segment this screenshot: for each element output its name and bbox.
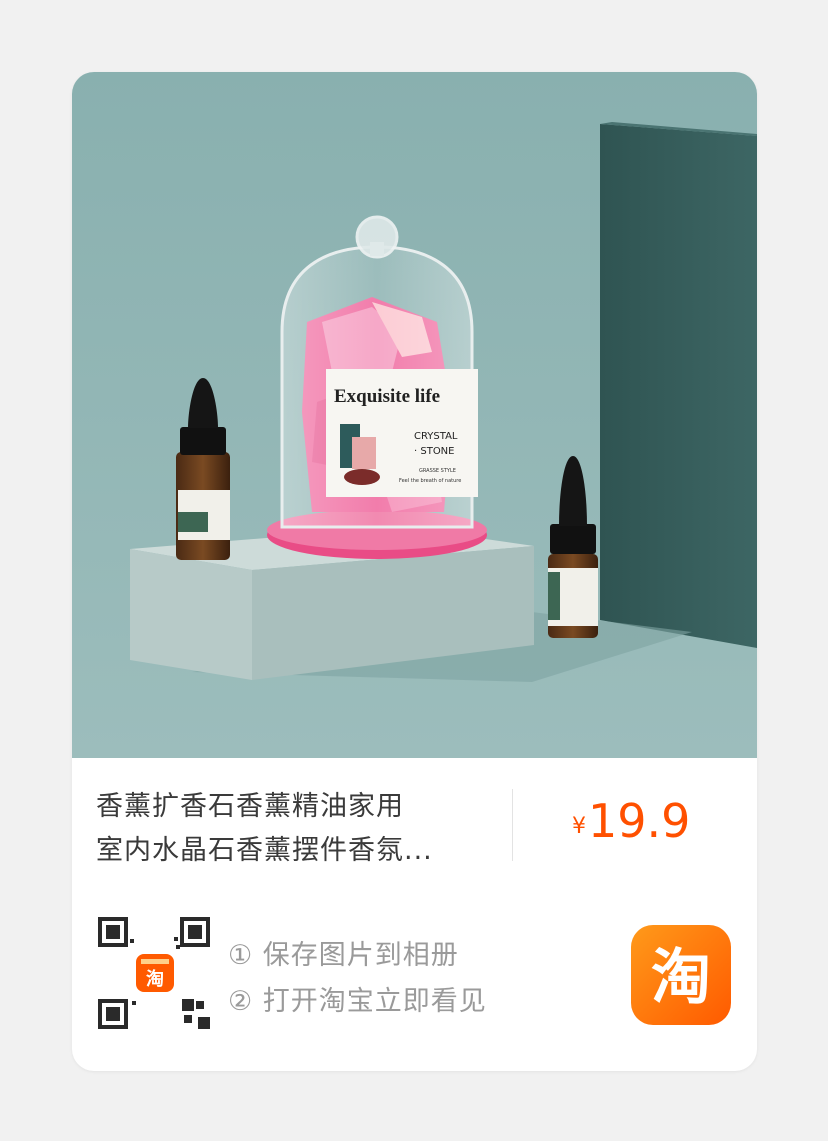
label-line1-text: CRYSTAL [414,431,458,442]
qr-badge-text: 淘 [146,968,164,990]
label-line2-text: · STONE [414,446,454,457]
product-title[interactable]: 香薰扩香石香薰精油家用 室内水晶石香薰摆件香氛... [96,785,476,873]
product-title-line2: 室内水晶石香薰摆件香氛... [96,835,433,866]
product-price: ¥19.9 [572,794,690,848]
product-image[interactable]: Exquisite life CRYSTAL · STONE GRASSE ST… [72,72,757,758]
taobao-app-icon[interactable]: 淘 [631,925,731,1025]
qr-code[interactable]: 淘 [98,917,210,1029]
label-sub2-text: Feel the breath of nature [399,478,461,484]
share-steps: ① 保存图片到相册 ② 打开淘宝立即看见 [228,933,487,1025]
product-title-line1: 香薰扩香石香薰精油家用 [96,791,404,822]
label-brand-text: Exquisite life [334,386,440,407]
step-save-image: ① 保存图片到相册 [228,940,459,971]
label-sub1-text: GRASSE STYLE [419,468,456,474]
currency-symbol: ¥ [572,814,586,839]
price-value: 19.9 [588,794,691,848]
step-open-taobao: ② 打开淘宝立即看见 [228,986,487,1017]
taobao-app-icon-text: 淘 [651,943,711,1013]
share-card: Exquisite life CRYSTAL · STONE GRASSE ST… [72,72,757,1071]
title-price-divider [512,789,513,861]
